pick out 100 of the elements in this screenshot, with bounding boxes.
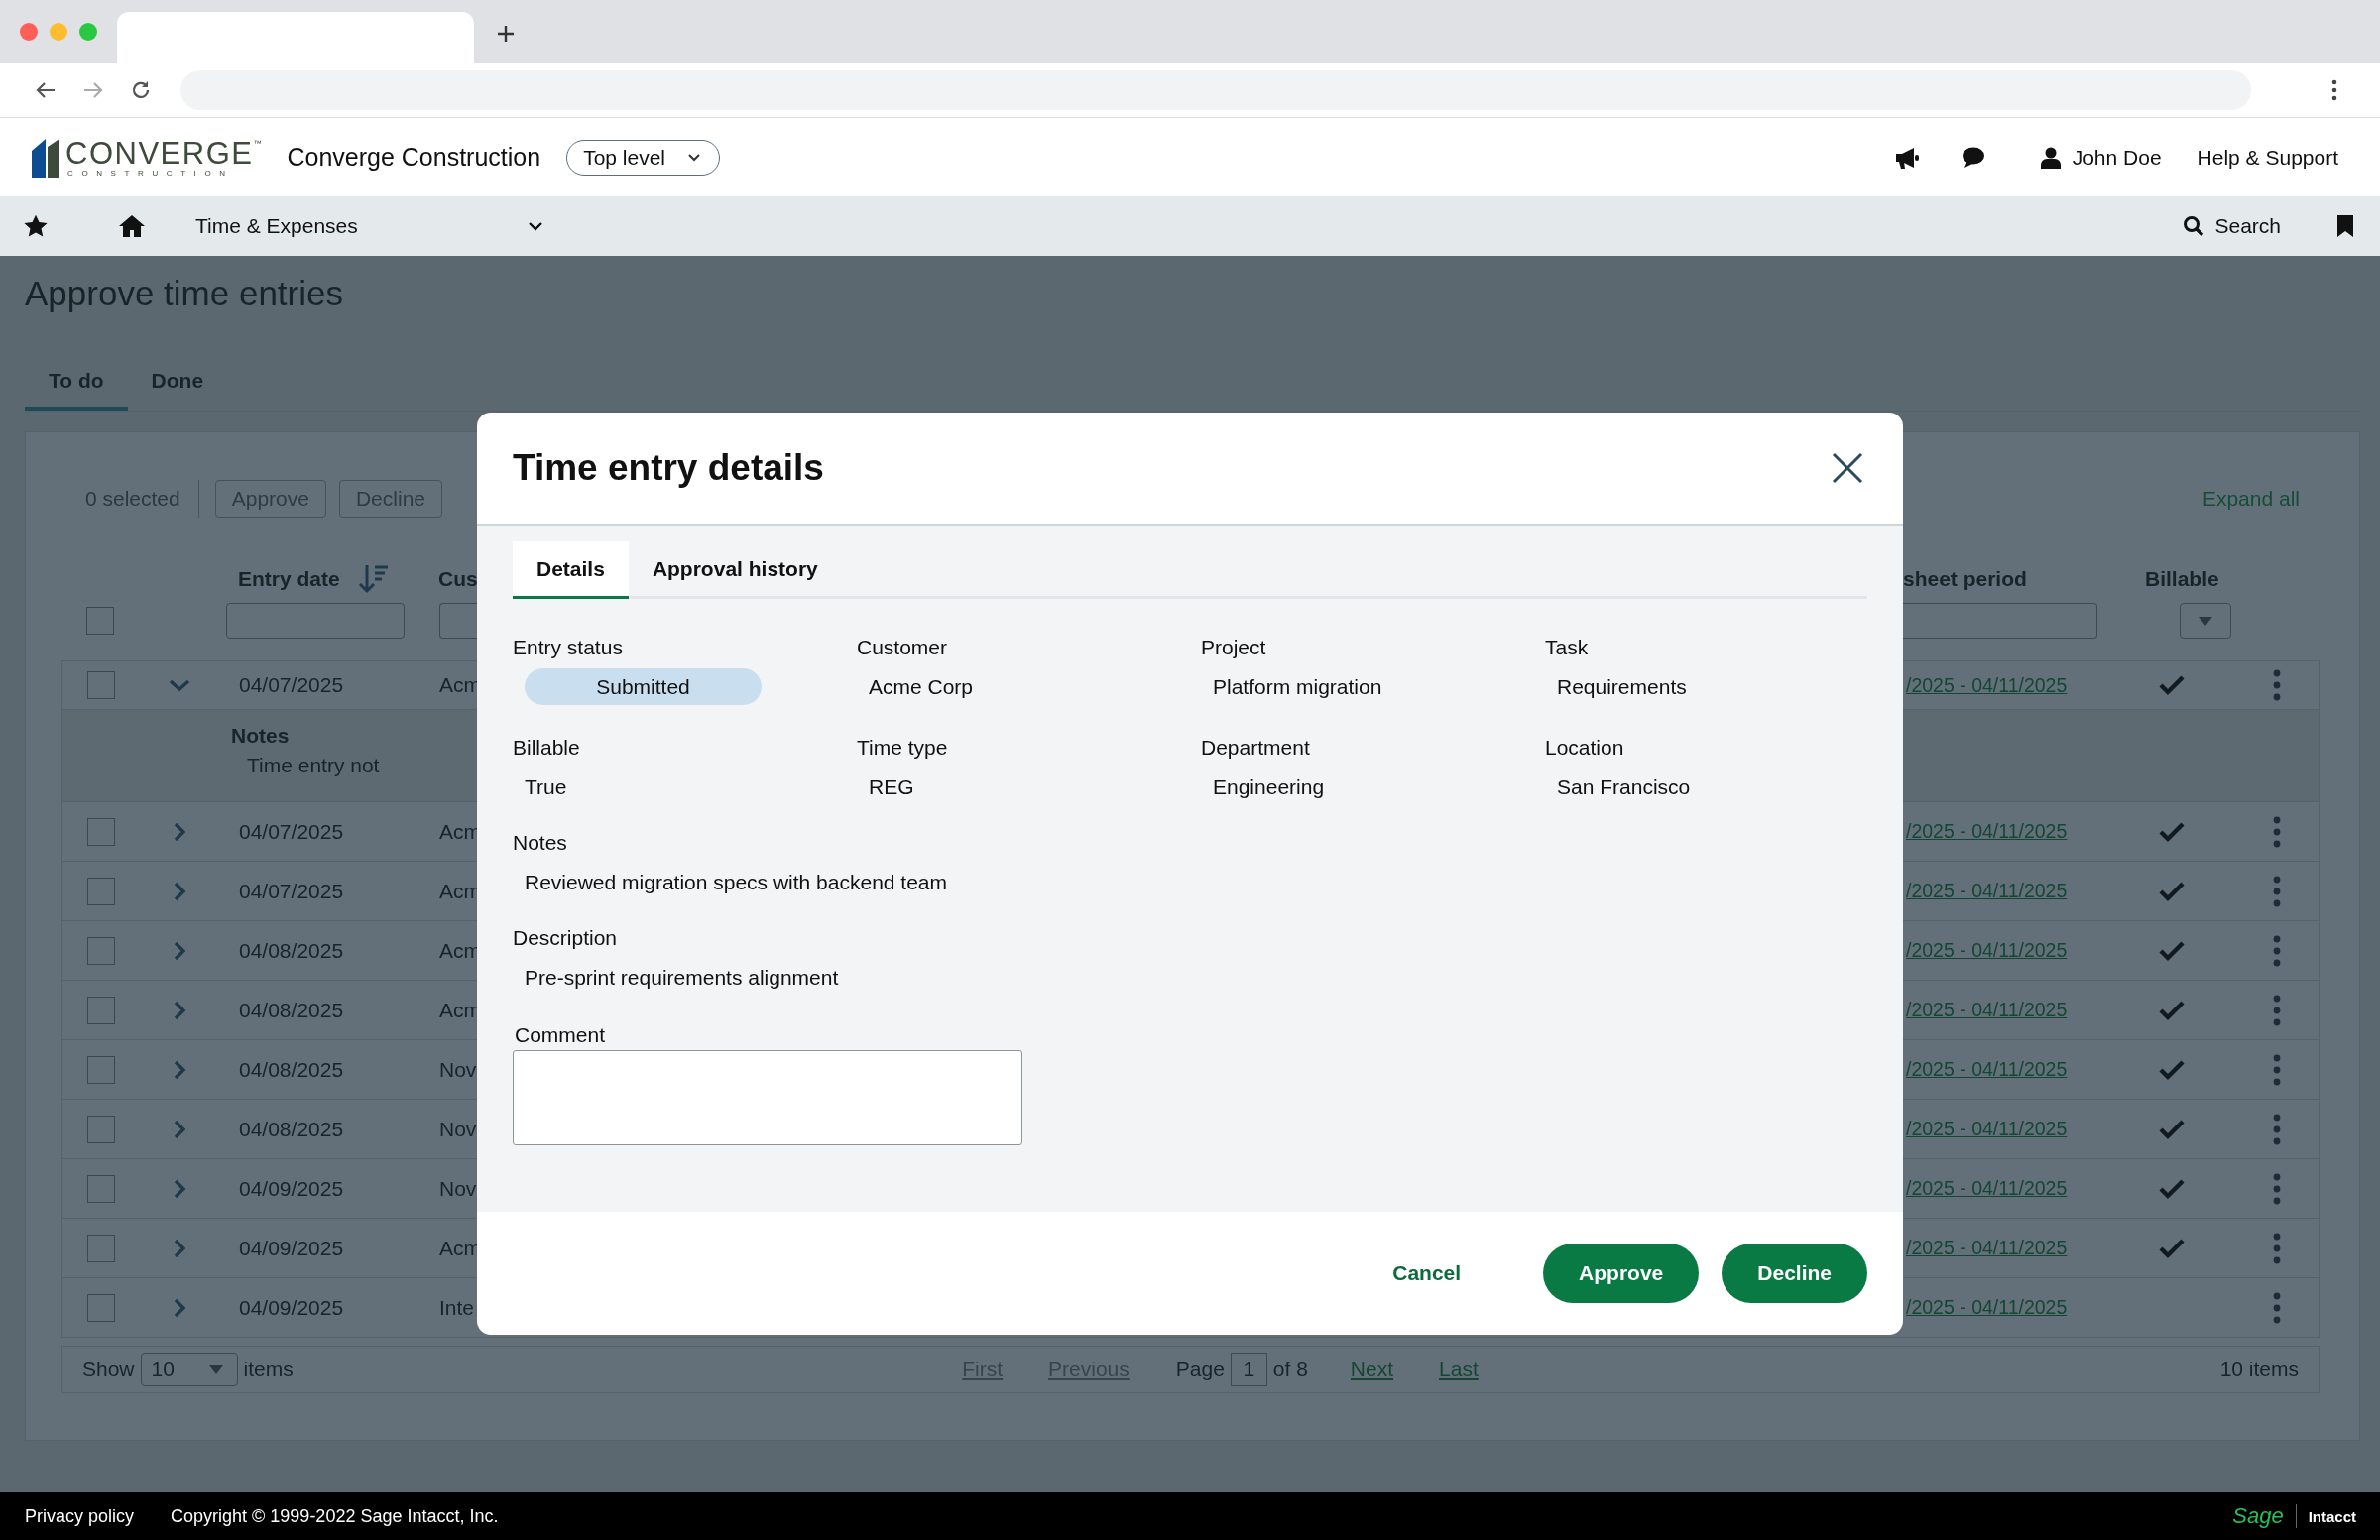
period-link[interactable]: /2025 - 04/11/2025: [1906, 1237, 2068, 1259]
window-control-icon[interactable]: [20, 23, 38, 41]
new-tab-icon[interactable]: [496, 24, 516, 44]
period-link[interactable]: /2025 - 04/11/2025: [1906, 673, 2068, 697]
pager-link[interactable]: Next: [1350, 1358, 1394, 1381]
search-button[interactable]: Search: [2183, 214, 2281, 238]
selection-count: 0 selected: [85, 487, 180, 511]
field-value: Acme Corp: [869, 674, 974, 700]
sort-descending-icon[interactable]: [357, 563, 390, 595]
chevron-right-icon[interactable]: [173, 1118, 186, 1140]
checkbox[interactable]: [87, 671, 115, 699]
more-vertical-icon[interactable]: [2273, 994, 2281, 1026]
tab[interactable]: Approval history: [628, 541, 842, 599]
checkbox[interactable]: [87, 1293, 115, 1322]
field-label: Comment: [514, 1022, 606, 1048]
filter-field[interactable]: [226, 603, 405, 639]
column-header[interactable]: sheet period: [1903, 567, 2027, 591]
chevron-right-icon[interactable]: [173, 1058, 186, 1081]
chat-bubble-icon[interactable]: [1961, 146, 1985, 169]
status-badge: Submitted: [525, 668, 762, 705]
more-vertical-icon[interactable]: [2273, 875, 2281, 907]
checkbox[interactable]: [87, 1115, 115, 1143]
chevron-right-icon[interactable]: [173, 939, 186, 962]
close-icon[interactable]: [1832, 452, 1863, 484]
table-cell-text: 04/07/2025: [238, 818, 345, 845]
period-link[interactable]: /2025 - 04/11/2025: [1906, 820, 2068, 843]
chevron-down-icon: [687, 152, 701, 163]
chevron-down-icon[interactable]: [168, 678, 191, 692]
cancel-link[interactable]: Cancel: [1392, 1261, 1462, 1285]
field-label: Description: [513, 925, 618, 951]
decline-button[interactable]: Decline: [1722, 1244, 1867, 1303]
chevron-right-icon[interactable]: [173, 999, 186, 1021]
chevron-right-icon[interactable]: [173, 1177, 186, 1200]
period-link[interactable]: /2025 - 04/11/2025: [1906, 999, 2068, 1021]
approve-button[interactable]: Approve: [1543, 1244, 1700, 1303]
home-icon[interactable]: [118, 214, 146, 238]
chevron-right-icon[interactable]: [173, 820, 186, 843]
window-control-icon[interactable]: [79, 23, 97, 41]
chevron-down-icon: [528, 220, 543, 232]
checkbox[interactable]: [87, 817, 115, 846]
period-link[interactable]: /2025 - 04/11/2025: [1906, 939, 2068, 962]
checkbox[interactable]: [86, 607, 114, 635]
field-value: Requirements: [1557, 674, 1687, 700]
section-dropdown[interactable]: Time & Expenses: [192, 214, 543, 238]
more-vertical-icon[interactable]: [2273, 1232, 2281, 1264]
table-cell-text: Nov: [438, 1175, 478, 1202]
field-label: Billable: [513, 735, 580, 761]
checkbox[interactable]: [87, 1234, 115, 1262]
trademark-mark: ™: [253, 138, 262, 148]
page-title: Approve time entries: [25, 274, 344, 314]
chevron-right-icon[interactable]: [173, 1296, 186, 1319]
period-link[interactable]: /2025 - 04/11/2025: [1906, 1177, 2068, 1200]
expand-all-link[interactable]: Expand all: [2202, 487, 2300, 511]
column-header[interactable]: Entry date: [238, 567, 340, 591]
notes-label: Notes: [231, 724, 290, 748]
privacy-link[interactable]: Privacy policy: [25, 1505, 135, 1527]
more-vertical-icon[interactable]: [2273, 1113, 2281, 1145]
brand-logo: Sage: [2232, 1503, 2284, 1529]
more-vertical-icon[interactable]: [2273, 1053, 2281, 1086]
chevron-right-icon[interactable]: [173, 1237, 186, 1259]
page-size-dropdown[interactable]: 10: [140, 1353, 238, 1386]
page-number-field[interactable]: 1: [1230, 1353, 1267, 1386]
level-dropdown[interactable]: Top level: [566, 139, 720, 176]
window-control-icon[interactable]: [50, 23, 67, 41]
more-vertical-icon[interactable]: [2273, 669, 2281, 701]
more-vertical-icon[interactable]: [2273, 1172, 2281, 1205]
pager-link[interactable]: Last: [1439, 1358, 1479, 1381]
comment-field[interactable]: [513, 1050, 1022, 1145]
column-header[interactable]: Billable: [2145, 567, 2219, 591]
table-cell-text: 04/09/2025: [238, 1175, 345, 1202]
more-vertical-icon[interactable]: [2273, 934, 2281, 967]
table-cell-text: 04/08/2025: [238, 1056, 345, 1083]
bookmark-icon[interactable]: [2336, 214, 2354, 238]
search-icon: [2183, 215, 2205, 237]
checkbox[interactable]: [87, 936, 115, 965]
items-label: items: [243, 1358, 294, 1381]
help-link[interactable]: Help & Support: [2197, 145, 2338, 170]
user-menu[interactable]: John Doe: [2040, 145, 2162, 170]
checkbox[interactable]: [87, 1055, 115, 1084]
period-link[interactable]: /2025 - 04/11/2025: [1906, 1118, 2068, 1140]
chevron-right-icon[interactable]: [173, 880, 186, 902]
table-cell-text: Nov: [438, 1116, 478, 1142]
dropdown-arrow-icon: [208, 1364, 223, 1374]
megaphone-icon[interactable]: [1893, 145, 1920, 170]
filter-dropdown[interactable]: [2180, 603, 2231, 639]
period-link[interactable]: /2025 - 04/11/2025: [1906, 1058, 2068, 1081]
more-vertical-icon[interactable]: [2273, 815, 2281, 848]
checkbox[interactable]: [87, 1174, 115, 1203]
tab[interactable]: To do: [25, 359, 128, 411]
tab[interactable]: Details: [513, 541, 629, 599]
column-header[interactable]: Cus: [438, 567, 478, 591]
filter-field[interactable]: [1903, 603, 2097, 639]
tab[interactable]: Done: [127, 359, 228, 411]
star-icon[interactable]: [23, 213, 49, 239]
period-link[interactable]: /2025 - 04/11/2025: [1906, 1296, 2068, 1319]
more-vertical-icon[interactable]: [2273, 1291, 2281, 1324]
checkbox[interactable]: [87, 996, 115, 1024]
period-link[interactable]: /2025 - 04/11/2025: [1906, 880, 2068, 902]
checkbox[interactable]: [87, 877, 115, 905]
field-value: True: [525, 774, 567, 800]
